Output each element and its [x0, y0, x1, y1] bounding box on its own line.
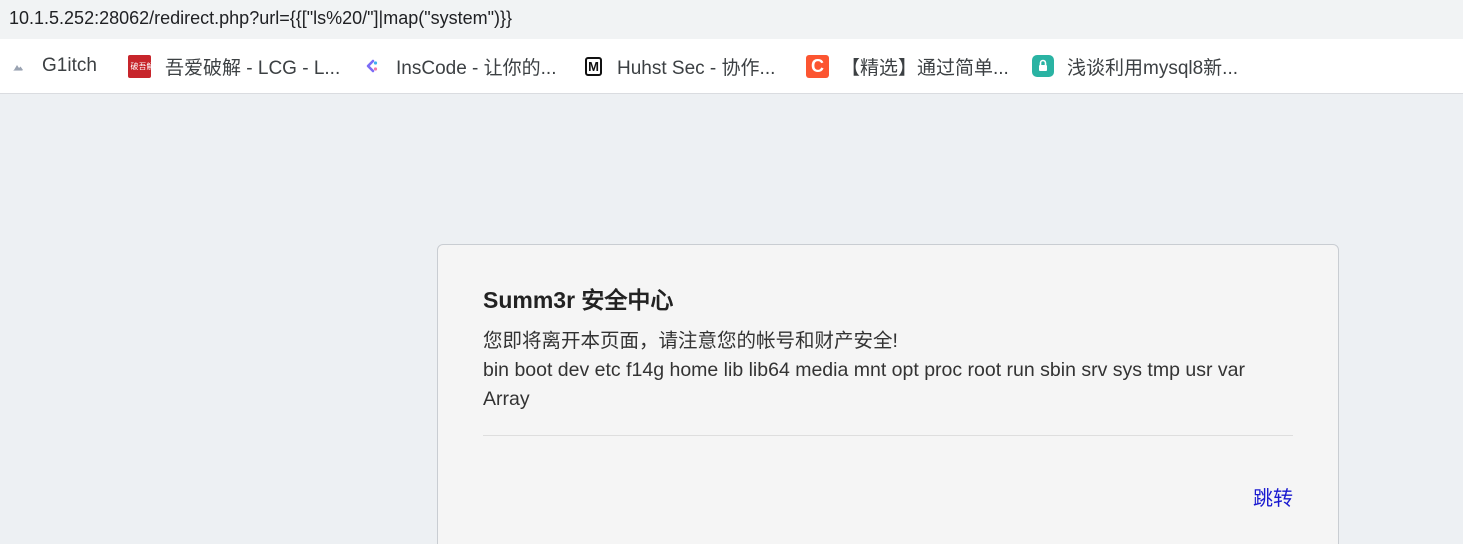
bookmark-label: 吾爱破解 - LCG - L... [165, 57, 341, 79]
address-url[interactable]: 10.1.5.252:28062/redirect.php?url={{["ls… [9, 8, 512, 28]
xianzhi-logo-icon [1032, 55, 1054, 77]
warning-text: 您即将离开本页面，请注意您的帐号和财产安全! [483, 330, 898, 352]
bookmark-csdn[interactable]: C 【精选】通过简单... [806, 39, 1009, 93]
bookmark-label: G1itch [42, 55, 97, 76]
card-title: Summ3r 安全中心 [483, 287, 674, 313]
card-divider [483, 435, 1293, 436]
bookmark-label: 【精选】通过简单... [841, 57, 1009, 79]
52pojie-logo-icon: 破吾解爱 [128, 54, 163, 78]
bookmarks-bar: G1itch 破吾解爱 吾爱破解 - LCG - L... InsCode - … [0, 39, 1463, 94]
bookmark-inscode[interactable]: InsCode - 让你的... [362, 39, 557, 93]
bookmark-label: 浅谈利用mysql8新... [1067, 57, 1239, 79]
bookmark-52pojie[interactable]: 破吾解爱 吾爱破解 - LCG - L... [128, 39, 340, 93]
redirect-card: Summ3r 安全中心 您即将离开本页面，请注意您的帐号和财产安全! bin b… [437, 244, 1339, 544]
bookmark-label: InsCode - 让你的... [396, 57, 557, 79]
doc-page-icon [10, 55, 26, 77]
card-body: 您即将离开本页面，请注意您的帐号和财产安全! bin boot dev etc … [483, 327, 1245, 414]
command-output: bin boot dev etc f14g home lib lib64 med… [483, 359, 1245, 381]
jump-link[interactable]: 跳转 [1253, 482, 1293, 511]
bookmark-g1itch[interactable]: G1itch [10, 39, 97, 93]
notion-logo-icon: M [585, 56, 602, 76]
inscode-logo-icon [362, 55, 382, 77]
csdn-logo-icon: C [806, 54, 829, 78]
address-bar[interactable]: 10.1.5.252:28062/redirect.php?url={{["ls… [0, 0, 1463, 39]
command-output-return: Array [483, 388, 530, 410]
bookmark-huhst-sec[interactable]: M Huhst Sec - 协作... [585, 39, 775, 93]
bookmark-label: Huhst Sec - 协作... [617, 57, 776, 79]
bookmark-xianzhi[interactable]: 浅谈利用mysql8新... [1032, 39, 1238, 93]
